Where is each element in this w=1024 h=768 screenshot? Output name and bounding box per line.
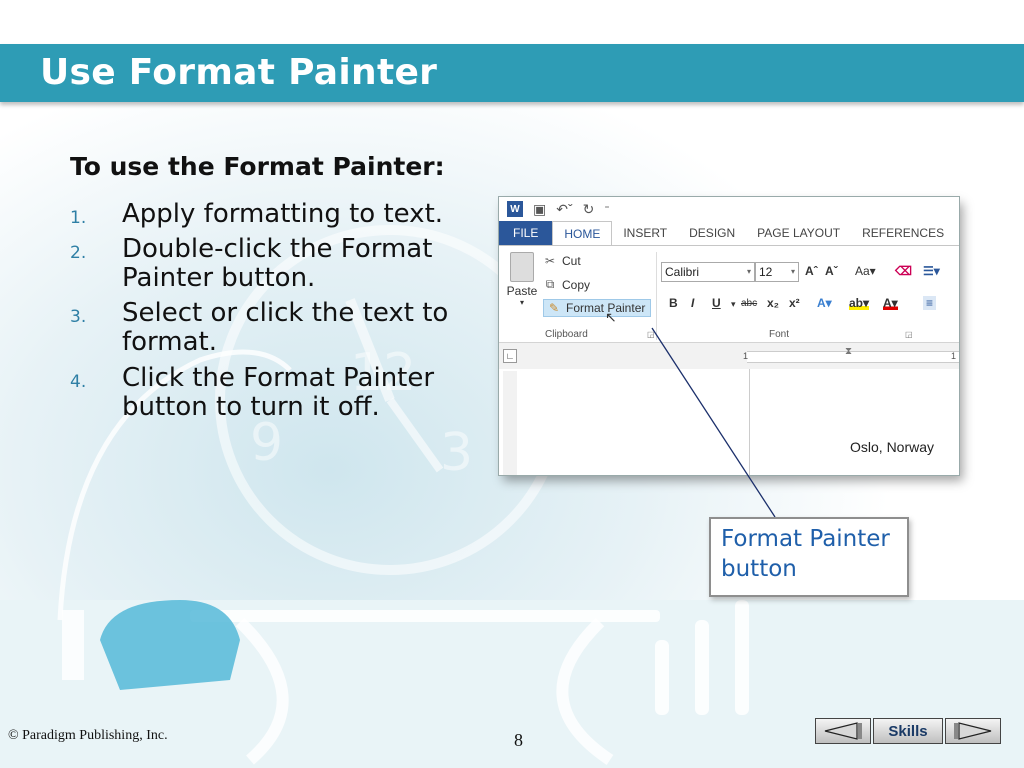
chevron-down-icon: ▾ xyxy=(746,267,751,276)
subscript-icon[interactable]: x₂ xyxy=(767,296,779,310)
chevron-down-icon: ▾ xyxy=(519,298,524,307)
svg-text:3: 3 xyxy=(440,423,473,483)
mouse-cursor-icon: ↖ xyxy=(605,309,617,325)
callout-label: Format Painter button xyxy=(709,517,909,597)
font-color-icon[interactable]: A▾ xyxy=(883,296,898,310)
tab-references[interactable]: REFERENCES xyxy=(851,221,955,245)
superscript-icon[interactable]: x² xyxy=(789,296,800,310)
tab-page-layout[interactable]: PAGE LAYOUT xyxy=(746,221,851,245)
slide: 12 9 3 Use Format Painter To use the For… xyxy=(0,0,1024,768)
ruler-mark: 1 xyxy=(951,351,957,361)
tab-file[interactable]: FILE xyxy=(499,221,553,245)
ribbon-tabs: FILE HOME INSERT DESIGN PAGE LAYOUT REFE… xyxy=(499,221,959,245)
font-dialog-launcher-icon[interactable]: ◲ xyxy=(905,330,913,339)
ribbon-home: Paste ▾ ✂ Cut ⧉ Copy ✎ Format Painter Cl… xyxy=(499,245,959,343)
copy-label: Copy xyxy=(562,277,591,292)
tab-home[interactable]: HOME xyxy=(552,221,613,245)
align-left-icon[interactable]: ≡ xyxy=(923,296,937,310)
format-painter-button[interactable]: ✎ Format Painter xyxy=(543,299,652,317)
italic-icon[interactable]: I xyxy=(691,296,694,310)
underline-icon[interactable]: U xyxy=(712,296,721,310)
step-item: 1. Apply formatting to text. xyxy=(70,199,470,229)
step-text: Select or click the text to format. xyxy=(122,298,449,358)
bold-icon[interactable]: B xyxy=(669,296,678,310)
step-item: 2. Double-click the Format Painter butto… xyxy=(70,234,470,294)
copy-button[interactable]: ⧉ Copy xyxy=(543,277,590,292)
vertical-ruler xyxy=(503,371,517,475)
slide-title: Use Format Painter xyxy=(40,52,438,93)
font-size-value: 12 xyxy=(759,265,773,279)
word-screenshot: W ▣ ↶ˇ ↻ ⁼ FILE HOME INSERT DESIGN PAGE … xyxy=(499,197,959,475)
arrow-left-icon xyxy=(824,722,862,740)
copyright-text: © Paradigm Publishing, Inc. xyxy=(8,728,168,743)
strikethrough-icon[interactable]: abc xyxy=(741,298,757,309)
shrink-font-icon[interactable]: Aˇ xyxy=(825,264,838,278)
skills-button[interactable]: Skills xyxy=(873,718,943,744)
slide-navigation: Skills xyxy=(815,718,1001,744)
indent-marker-icon[interactable]: ⧗ xyxy=(845,346,852,357)
scissors-icon: ✂ xyxy=(544,254,556,268)
quick-access-toolbar: W ▣ ↶ˇ ↻ ⁼ xyxy=(499,197,959,221)
step-text: Double-click the Format Painter button. xyxy=(122,234,433,294)
font-size-select[interactable]: 12 ▾ xyxy=(755,262,799,282)
chevron-down-icon: ▾ xyxy=(790,267,795,276)
paste-label: Paste xyxy=(506,284,538,298)
ruler-mark: 1 xyxy=(743,351,749,361)
customize-toolbar-icon[interactable]: ⁼ xyxy=(604,204,609,215)
group-divider xyxy=(656,252,657,340)
cut-label: Cut xyxy=(562,254,581,268)
tab-stop-selector[interactable]: ∟ xyxy=(503,349,517,363)
redo-icon[interactable]: ↻ xyxy=(583,201,595,218)
font-name-select[interactable]: Calibri ▾ xyxy=(661,262,755,282)
ruler: ∟ 1 ⧗ 1 xyxy=(499,343,959,369)
arrow-right-icon xyxy=(954,722,992,740)
copy-icon: ⧉ xyxy=(545,277,555,291)
paste-button[interactable]: Paste ▾ xyxy=(505,252,539,307)
steps-list: 1. Apply formatting to text. 2. Double-c… xyxy=(70,199,470,428)
steps-intro: To use the Format Painter: xyxy=(70,152,445,181)
grow-font-icon[interactable]: Aˆ xyxy=(805,264,818,278)
step-text: Apply formatting to text. xyxy=(122,199,444,229)
document-page[interactable]: Oslo, Norway xyxy=(749,369,959,475)
clipboard-icon xyxy=(510,252,534,282)
clipboard-dialog-launcher-icon[interactable]: ◲ xyxy=(647,330,655,339)
tab-design[interactable]: DESIGN xyxy=(678,221,746,245)
step-number: 3. xyxy=(70,307,87,328)
word-app-icon: W xyxy=(507,201,523,217)
tab-insert[interactable]: INSERT xyxy=(612,221,678,245)
chevron-down-icon: ▾ xyxy=(731,299,736,309)
save-icon[interactable]: ▣ xyxy=(533,201,546,218)
step-item: 3. Select or click the text to format. xyxy=(70,299,470,357)
step-number: 1. xyxy=(70,208,87,228)
highlight-icon[interactable]: ab▾ xyxy=(849,296,870,310)
cut-button[interactable]: ✂ Cut xyxy=(543,254,581,268)
page-number: 8 xyxy=(514,730,523,750)
title-bar: Use Format Painter xyxy=(0,44,1024,102)
step-number: 4. xyxy=(70,371,87,392)
next-button[interactable] xyxy=(945,718,1001,744)
step-number: 2. xyxy=(70,243,87,264)
change-case-icon[interactable]: Aa▾ xyxy=(855,264,876,278)
document-text: Oslo, Norway xyxy=(850,439,935,455)
undo-icon[interactable]: ↶ˇ xyxy=(556,201,572,218)
step-text: Click the Format Painter button to turn … xyxy=(122,362,435,422)
text-effects-icon[interactable]: A▾ xyxy=(817,296,832,310)
horizontal-ruler[interactable]: 1 ⧗ 1 xyxy=(743,346,959,363)
paintbrush-icon: ✎ xyxy=(548,301,560,315)
clear-formatting-icon[interactable]: ⌫ xyxy=(895,264,912,278)
font-name-value: Calibri xyxy=(665,265,700,279)
font-group-label: Font xyxy=(769,329,790,340)
step-item: 4. Click the Format Painter button to tu… xyxy=(70,362,470,422)
previous-button[interactable] xyxy=(815,718,871,744)
clipboard-group-label: Clipboard xyxy=(545,329,588,340)
bullets-icon[interactable]: ☰▾ xyxy=(923,264,940,278)
